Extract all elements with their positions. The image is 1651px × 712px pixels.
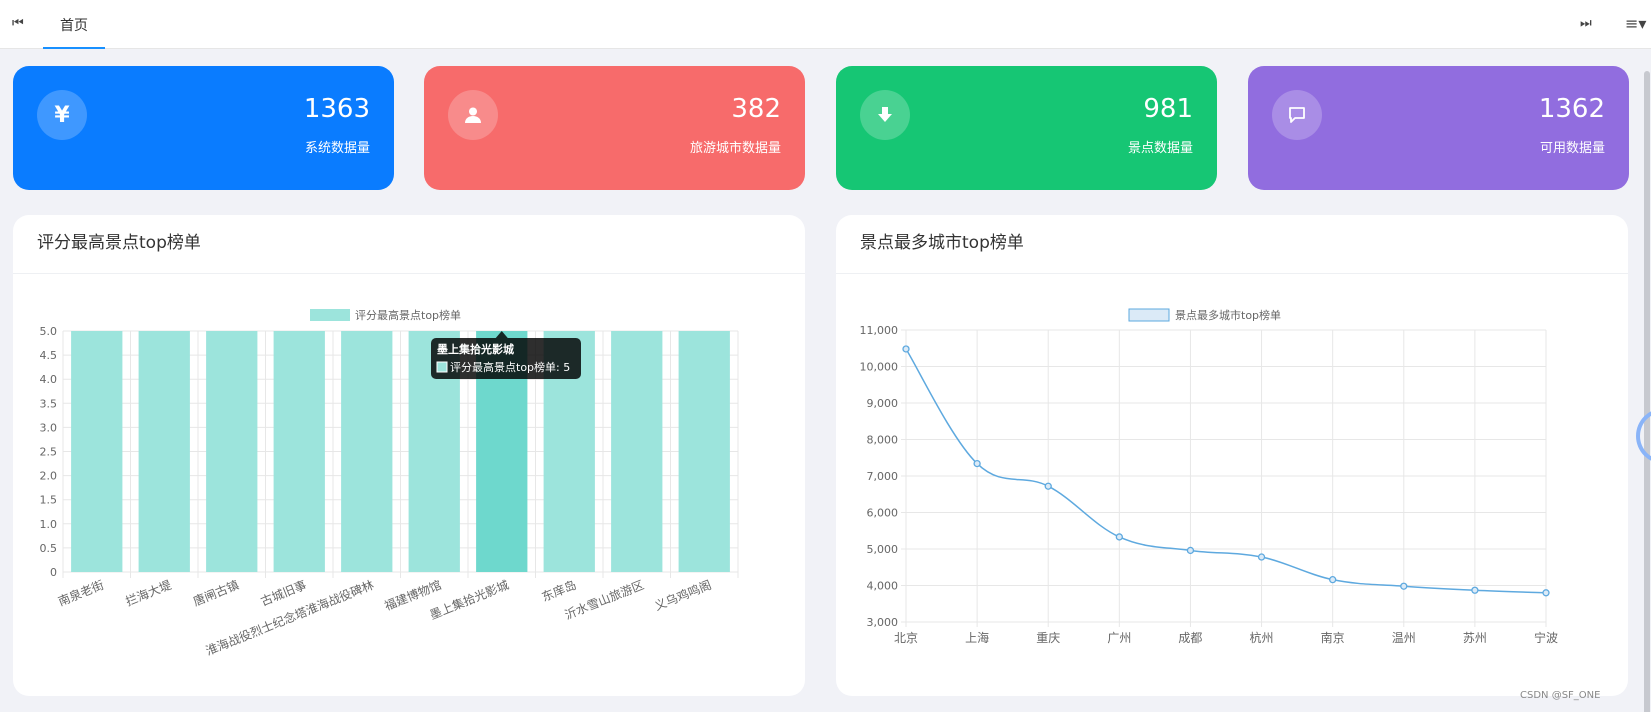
- y-tick-label: 2.5: [40, 446, 58, 459]
- message-icon: [1272, 90, 1322, 140]
- bar: [71, 331, 123, 572]
- legend-label: 评分最高景点top榜单: [355, 308, 461, 322]
- y-tick-label: 9,000: [867, 397, 899, 410]
- stat-card-available-data: 1362 可用数据量: [1248, 66, 1629, 190]
- bar: [611, 331, 663, 572]
- data-point: [1186, 546, 1195, 555]
- stat-label: 旅游城市数据量: [689, 141, 781, 156]
- y-tick-label: 5.0: [40, 325, 58, 338]
- stat-value: 981: [1143, 94, 1193, 124]
- top-rated-attractions-panel: 评分最高景点top榜单 评分最高景点top榜单 0 0.5 1.0 1.5 2.0 2.5 3…: [13, 215, 805, 696]
- stat-label: 景点数据量: [1127, 141, 1193, 156]
- download-arrow-icon: [860, 90, 910, 140]
- x-tick-label: 东庠岛: [539, 577, 578, 604]
- stat-label: 系统数据量: [304, 141, 370, 156]
- y-tick-label: 1.0: [40, 518, 58, 531]
- stat-value: 382: [731, 94, 781, 124]
- page-scrollbar[interactable]: [1642, 49, 1651, 712]
- tab-home-label: 首页: [60, 18, 88, 34]
- legend-swatch: [1128, 308, 1170, 322]
- x-tick-label: 南京: [1321, 630, 1345, 645]
- y-tick-label: 3.0: [40, 421, 58, 434]
- x-tick-label: 苏州: [1463, 631, 1487, 645]
- stat-value: 1362: [1538, 94, 1605, 124]
- y-tick-label: 0: [50, 566, 57, 579]
- x-tick-label: 温州: [1392, 631, 1416, 645]
- series-line: [905, 348, 1547, 594]
- data-point: [1542, 589, 1550, 597]
- x-tick-label: 杭州: [1250, 630, 1274, 645]
- y-tick-label: 1.5: [40, 494, 58, 507]
- y-tick-label: 3,000: [867, 616, 899, 629]
- panel-title: 评分最高景点top榜单: [37, 233, 201, 253]
- x-tick-label: 唐闸古镇: [191, 577, 241, 609]
- y-tick-label: 11,000: [860, 324, 899, 337]
- bar: [341, 331, 393, 572]
- stat-value: 1363: [303, 94, 370, 124]
- y-tick-label: 3.5: [40, 397, 58, 410]
- skip-end-icon[interactable]: ⏭: [1580, 16, 1592, 31]
- bar: [206, 331, 258, 572]
- y-tick-label: 7,000: [867, 470, 899, 483]
- stat-card-city-data: 382 旅游城市数据量: [424, 66, 805, 190]
- y-tick-label: 5,000: [867, 543, 899, 556]
- x-tick-label: 古城旧事: [258, 577, 308, 609]
- x-tick-label: 重庆: [1036, 631, 1060, 645]
- y-tick-label: 10,000: [860, 361, 899, 374]
- x-tick-label: 义乌鸡鸣阁: [652, 577, 713, 613]
- bar: [138, 331, 190, 572]
- stat-label: 可用数据量: [1539, 141, 1605, 156]
- x-tick-label: 拦海大堤: [123, 577, 173, 609]
- x-tick-label: 广州: [1107, 631, 1131, 645]
- y-tick-label: 4.5: [40, 349, 58, 362]
- tooltip-swatch: [436, 361, 448, 373]
- data-point: [1257, 553, 1266, 561]
- tab-home[interactable]: 首页: [43, 0, 105, 49]
- stat-card-system-data: ¥ 1363 系统数据量: [13, 66, 394, 190]
- data-point: [1115, 533, 1123, 541]
- tooltip-title: 墨上集拾光影城: [437, 342, 514, 356]
- legend-label: 景点最多城市top榜单: [1175, 308, 1281, 322]
- data-point: [1400, 582, 1408, 590]
- watermark: CSDN @SF_ONE: [1520, 690, 1601, 701]
- yen-icon: ¥: [37, 90, 87, 140]
- data-point: [1471, 586, 1479, 594]
- bar: [678, 331, 730, 572]
- data-point: [1044, 482, 1052, 490]
- x-tick-label: 上海: [965, 630, 989, 645]
- legend-swatch: [310, 309, 350, 321]
- line-chart: 景点最多城市top榜单 3,000 4,000 5,000 6,000 7,000 8,00…: [860, 308, 1559, 645]
- data-point: [973, 459, 981, 468]
- scrollbar-thumb[interactable]: [1644, 71, 1650, 712]
- y-tick-label: 8,000: [867, 434, 899, 447]
- data-point: [902, 345, 910, 353]
- skip-start-icon[interactable]: ⏮: [12, 16, 24, 31]
- user-icon: [448, 90, 498, 140]
- stat-card-attraction-data: 981 景点数据量: [836, 66, 1217, 190]
- x-tick-label: 成都: [1178, 631, 1202, 645]
- y-tick-label: 4.0: [40, 373, 58, 386]
- y-tick-label: 2.0: [40, 470, 58, 483]
- panel-title: 景点最多城市top榜单: [860, 233, 1024, 253]
- x-tick-label: 北京: [894, 631, 918, 645]
- y-tick-label: 6,000: [867, 507, 899, 520]
- floating-ring-icon[interactable]: [1636, 408, 1651, 464]
- x-tick-label: 南泉老街: [56, 577, 106, 609]
- tooltip-text: 评分最高景点top榜单: 5: [450, 360, 570, 374]
- tab-bar: ⏮ 首页 ⏭ ≡▾: [0, 0, 1651, 49]
- data-point: [1329, 576, 1337, 584]
- x-tick-label: 宁波: [1534, 630, 1558, 645]
- y-tick-label: 0.5: [40, 542, 58, 555]
- y-tick-label: 4,000: [867, 580, 899, 593]
- bar-chart: 评分最高景点top榜单 0 0.5 1.0 1.5 2.0 2.5 3.0 3.5 4.0 4.5 5…: [40, 308, 739, 658]
- menu-icon[interactable]: ≡▾: [1625, 14, 1646, 33]
- bar: [273, 331, 325, 572]
- top-cities-panel: 景点最多城市top榜单 景点最多城市top榜单 3,000 4,000 5,000 6,…: [836, 215, 1628, 696]
